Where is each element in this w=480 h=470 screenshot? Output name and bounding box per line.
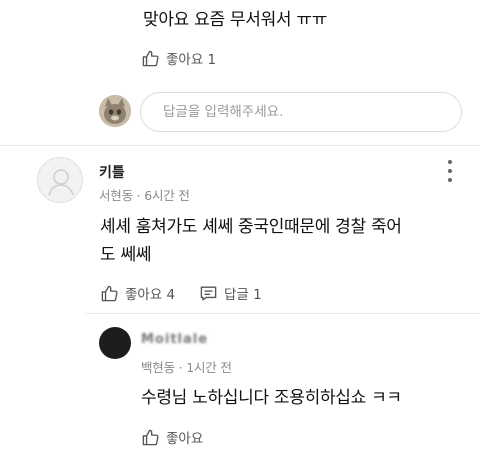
speech-bubble-icon xyxy=(200,285,217,301)
default-avatar-icon xyxy=(48,169,74,196)
like-label: 좋아요 xyxy=(166,431,204,447)
reply-label: 답글 1 xyxy=(224,287,262,303)
thumbs-up-icon xyxy=(142,50,159,66)
thumbs-up-icon xyxy=(142,429,159,445)
like-button[interactable]: 좋아요 1 xyxy=(141,48,216,68)
reply-button[interactable]: 답글 1 xyxy=(199,283,262,303)
like-label: 좋아요 4 xyxy=(125,287,176,303)
like-button[interactable]: 좋아요 xyxy=(141,427,203,447)
reply-input-box[interactable] xyxy=(140,92,462,132)
comment-author[interactable]: 키틀 xyxy=(99,162,125,182)
comment-text-line2: 도 쎄쎄 xyxy=(100,245,152,265)
comment-meta: 서현동 · 6시간 전 xyxy=(99,188,190,203)
like-button[interactable]: 좋아요 4 xyxy=(100,283,175,303)
user-avatar xyxy=(99,95,131,127)
default-avatar xyxy=(37,157,83,203)
reply-input[interactable] xyxy=(163,104,461,120)
divider xyxy=(85,313,480,314)
more-vertical-icon[interactable] xyxy=(444,160,456,182)
reply-author[interactable]: Moitlale xyxy=(141,332,208,347)
cat-avatar-icon xyxy=(99,95,131,127)
reply-meta: 백현동 · 1시간 전 xyxy=(141,360,232,375)
reply-text: 수령님 노하십니다 조용히하십쇼 ㅋㅋ xyxy=(141,388,402,408)
like-label: 좋아요 1 xyxy=(166,52,217,68)
reply-text: 맞아요 요즘 무서워서 ㅠㅠ xyxy=(143,10,328,30)
comment-text-line1: 셰셰 훔쳐가도 셰쎄 중국인때문에 경찰 죽어 xyxy=(100,217,402,237)
reply-author-avatar xyxy=(99,327,131,359)
thumbs-up-icon xyxy=(101,285,118,301)
divider xyxy=(0,145,480,146)
